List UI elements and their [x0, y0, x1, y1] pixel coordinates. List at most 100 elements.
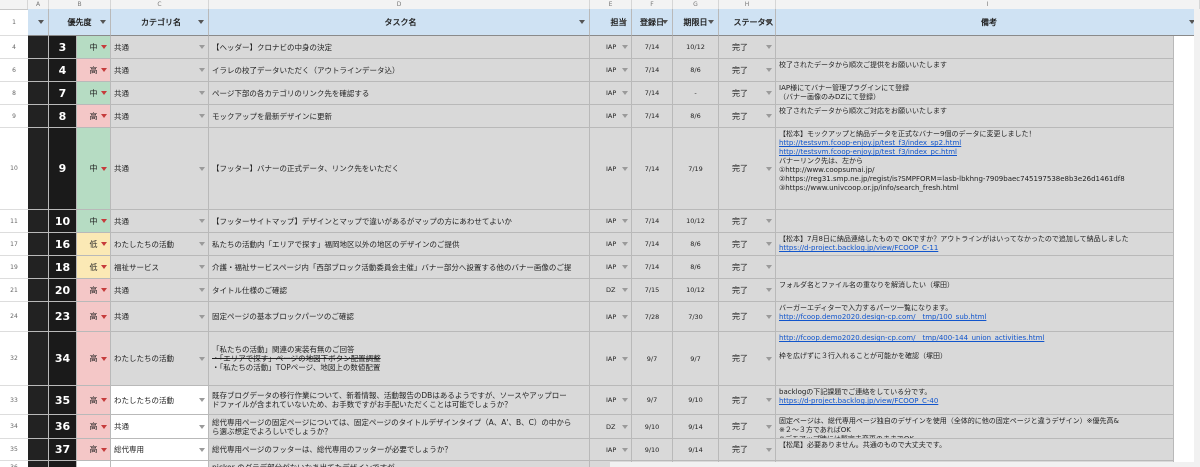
header-due[interactable]: 期限日	[673, 9, 719, 36]
dropdown-arrow-icon[interactable]	[199, 314, 205, 319]
header-category[interactable]: カテゴリ名	[111, 9, 209, 36]
dropdown-arrow-icon[interactable]	[622, 356, 628, 361]
row-number[interactable]: 8	[0, 82, 28, 105]
category-cell[interactable]: 共通	[111, 128, 209, 210]
owner-cell[interactable]: IAP	[590, 82, 632, 105]
task-cell[interactable]: タイトル仕様のご確認	[209, 279, 590, 302]
dropdown-arrow-icon[interactable]	[101, 398, 107, 402]
priority-cell[interactable]: 高	[77, 332, 111, 386]
task-cell[interactable]: 総代専用ページの固定ページについては、固定ページのタイトルデザインタイプ（A、A…	[209, 415, 590, 439]
status-cell[interactable]: 完了	[719, 82, 776, 105]
registered-date[interactable]: 9/7	[632, 332, 673, 386]
registered-date[interactable]: 9/10	[632, 415, 673, 439]
priority-cell[interactable]: 中	[77, 82, 111, 105]
filter-dropdown-icon[interactable]	[100, 20, 106, 24]
registered-date[interactable]: 7/14	[632, 105, 673, 128]
task-cell[interactable]: 介護・福祉サービスページ内「西部ブロック活動委員会主催」バナー部分へ設置する他の…	[209, 256, 590, 279]
owner-cell[interactable]: IAP	[590, 386, 632, 415]
priority-cell[interactable]: 中	[77, 128, 111, 210]
row-number[interactable]: 1	[0, 9, 28, 36]
dropdown-arrow-icon[interactable]	[101, 242, 107, 246]
notes-cell[interactable]: 【松尾】必要ありません。共通のもので大丈夫です。	[776, 439, 1174, 461]
dropdown-arrow-icon[interactable]	[766, 424, 772, 429]
priority-cell[interactable]: 高	[77, 105, 111, 128]
dropdown-arrow-icon[interactable]	[622, 114, 628, 118]
due-date[interactable]: 10/12	[673, 36, 719, 59]
priority-cell[interactable]: 中	[77, 210, 111, 233]
column-letter-f[interactable]: F	[632, 0, 673, 9]
dropdown-arrow-icon[interactable]	[199, 424, 205, 429]
status-cell[interactable]: 完了	[719, 302, 776, 332]
dropdown-arrow-icon[interactable]	[199, 166, 205, 171]
registered-date[interactable]: 9/10	[632, 439, 673, 461]
category-cell[interactable]: わたしたちの活動	[111, 233, 209, 256]
vertical-scrollbar[interactable]	[1194, 9, 1200, 467]
dropdown-arrow-icon[interactable]	[622, 91, 628, 95]
column-letter-b[interactable]: B	[49, 0, 111, 9]
dropdown-arrow-icon[interactable]	[622, 68, 628, 72]
priority-cell[interactable]: 高	[77, 302, 111, 332]
row-number[interactable]: 33	[0, 386, 28, 415]
due-date[interactable]: 10/12	[673, 279, 719, 302]
dropdown-arrow-icon[interactable]	[622, 265, 628, 269]
registered-date[interactable]: 7/14	[632, 59, 673, 82]
notes-cell[interactable]: 校了されたデータから順次ご提供をお願いいたします	[776, 59, 1174, 82]
task-cell[interactable]: 既存ブログデータの移行作業について、新着情報、活動報告のDBはあるようですが、ソ…	[209, 386, 590, 415]
category-cell[interactable]: 共通	[111, 415, 209, 439]
category-cell[interactable]: 共通	[111, 302, 209, 332]
notes-cell[interactable]: 【松本】モックアップと納品データを正式なバナー9個のデータに変更しました！ htt…	[776, 128, 1174, 210]
priority-cell[interactable]	[77, 461, 111, 467]
dropdown-arrow-icon[interactable]	[199, 242, 205, 246]
task-cell[interactable]: 「私たちの活動」関連の実装有無のご回答 ・「エリアで探す」ページの地図下ボタン配置…	[209, 332, 590, 386]
dropdown-arrow-icon[interactable]	[101, 356, 107, 361]
due-date[interactable]: 9/14	[673, 415, 719, 439]
column-letter-e[interactable]: E	[590, 0, 632, 9]
header-priority[interactable]: 優先度	[49, 9, 111, 36]
status-cell[interactable]: 完了	[719, 36, 776, 59]
dropdown-arrow-icon[interactable]	[622, 314, 628, 319]
notes-cell[interactable]: 固定ページは、総代専用ページ独自のデザインを使用（全体的に他の固定ページと違うデ…	[776, 415, 1174, 439]
due-date[interactable]: 9/10	[673, 386, 719, 415]
priority-cell[interactable]: 高	[77, 439, 111, 461]
row-number[interactable]: 34	[0, 415, 28, 439]
task-cell[interactable]: ページ下部の各カテゴリのリンク先を確認する	[209, 82, 590, 105]
category-cell[interactable]	[111, 461, 209, 467]
dropdown-arrow-icon[interactable]	[101, 447, 107, 452]
row-number[interactable]: 11	[0, 210, 28, 233]
notes-cell[interactable]: http://fcoop.demo2020.design-cp.com/__tm…	[776, 332, 1174, 386]
header-status[interactable]: ステータス	[719, 9, 776, 36]
status-cell[interactable]: 完了	[719, 233, 776, 256]
dropdown-arrow-icon[interactable]	[766, 68, 772, 72]
task-cell[interactable]: イラレの校了データいただく（アウトラインデータ込）	[209, 59, 590, 82]
task-cell[interactable]: 私たちの活動内「エリアで探す」福岡地区以外の地区のデザインのご提供	[209, 233, 590, 256]
dropdown-arrow-icon[interactable]	[101, 91, 107, 95]
column-letter-d[interactable]: D	[209, 0, 590, 9]
dropdown-arrow-icon[interactable]	[199, 91, 205, 95]
owner-cell[interactable]: DZ	[590, 415, 632, 439]
status-cell[interactable]: 完了	[719, 210, 776, 233]
dropdown-arrow-icon[interactable]	[101, 166, 107, 171]
priority-cell[interactable]: 低	[77, 233, 111, 256]
column-letter-a[interactable]: A	[28, 0, 49, 9]
dropdown-arrow-icon[interactable]	[766, 242, 772, 246]
dropdown-arrow-icon[interactable]	[622, 424, 628, 429]
owner-cell[interactable]: IAP	[590, 256, 632, 279]
due-date[interactable]: 7/19	[673, 128, 719, 210]
column-letter-h[interactable]: H	[719, 0, 776, 9]
owner-cell[interactable]: IAP	[590, 332, 632, 386]
column-letter-i[interactable]: I	[776, 0, 1200, 9]
status-cell[interactable]: 完了	[719, 128, 776, 210]
notes-cell[interactable]: backlogの下記課題でご連絡をしている分です。 https://d-proje…	[776, 386, 1174, 415]
status-cell[interactable]: 完了	[719, 59, 776, 82]
task-cell[interactable]: 固定ページの基本ブロックパーツのご確認	[209, 302, 590, 332]
owner-cell[interactable]: IAP	[590, 210, 632, 233]
category-cell[interactable]: 共通	[111, 105, 209, 128]
category-cell[interactable]: 共通	[111, 210, 209, 233]
dropdown-arrow-icon[interactable]	[199, 114, 205, 118]
registered-date[interactable]: 7/14	[632, 128, 673, 210]
status-cell[interactable]: 完了	[719, 386, 776, 415]
registered-date[interactable]: 7/15	[632, 279, 673, 302]
owner-cell[interactable]: IAP	[590, 36, 632, 59]
dropdown-arrow-icon[interactable]	[101, 288, 107, 292]
category-cell[interactable]: 共通	[111, 36, 209, 59]
